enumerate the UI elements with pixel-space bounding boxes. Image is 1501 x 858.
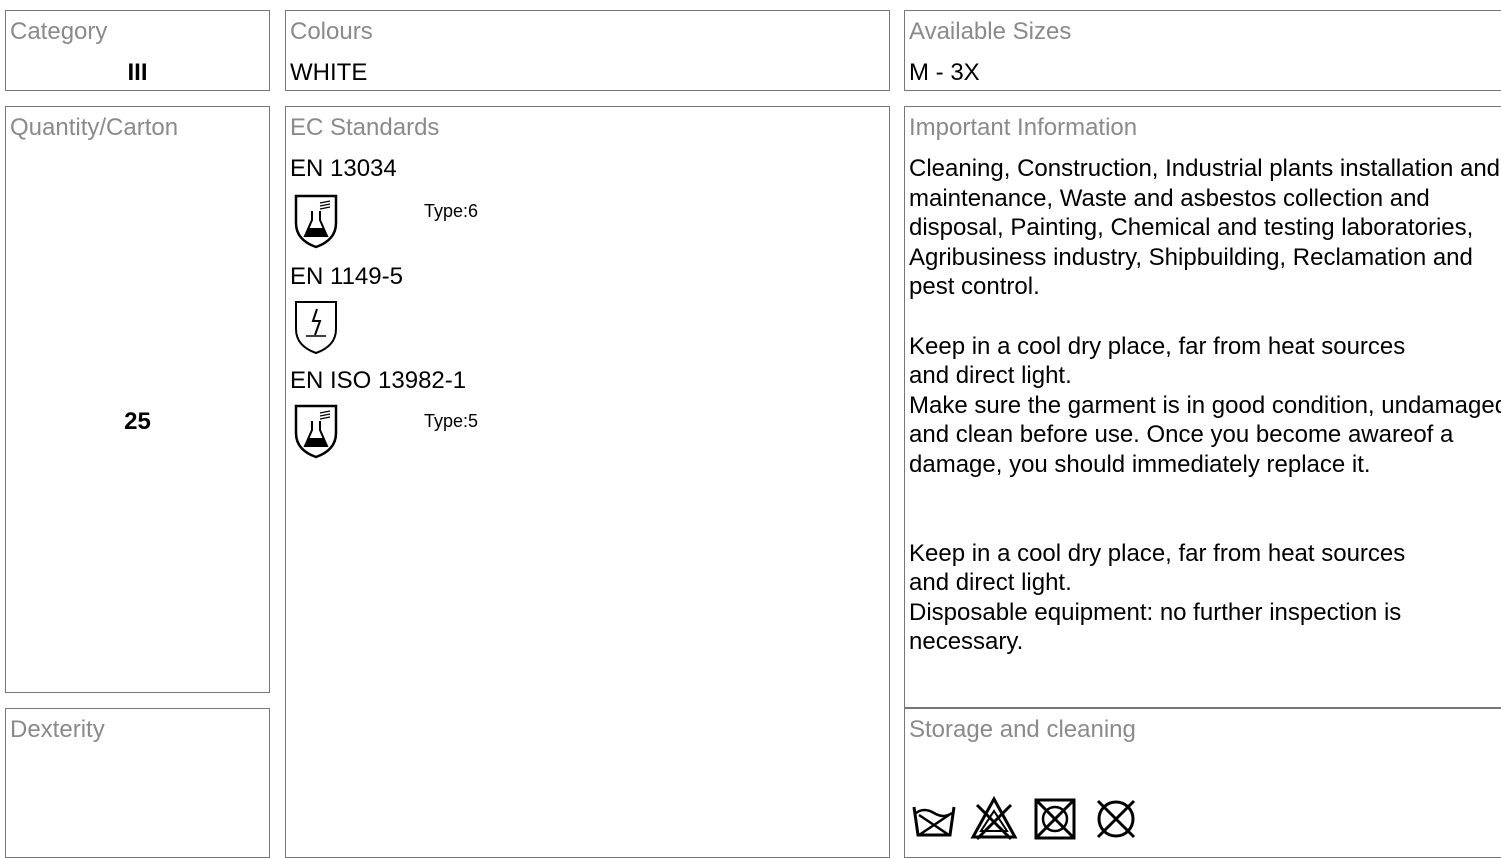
sizes-label: Available Sizes (909, 18, 1072, 45)
storage-inspection-paragraph: Keep in a cool dry place, far from heat … (909, 332, 1501, 478)
important-info-text: Cleaning, Construction, Industrial plant… (909, 154, 1501, 657)
important-info-label: Important Information (909, 114, 1138, 141)
standard-code: EN 13034 (290, 155, 397, 182)
category-cell: Category III (5, 10, 270, 91)
usage-paragraph: Cleaning, Construction, Industrial plant… (909, 155, 1501, 301)
quantity-value: 25 (124, 408, 151, 435)
dexterity-label: Dexterity (10, 716, 105, 743)
sizes-cell: Available Sizes M - 3X (904, 10, 1501, 91)
chemical-protection-icon (294, 404, 338, 459)
colours-label: Colours (290, 18, 373, 45)
storage-cell: Storage and cleaning (904, 708, 1501, 858)
standard-code: EN ISO 13982-1 (290, 367, 467, 394)
standard-type: Type:5 (424, 411, 479, 431)
standard-type: Type:6 (424, 201, 479, 221)
quantity-cell: Quantity/Carton 25 (5, 106, 270, 693)
do-not-wash-icon (912, 806, 956, 837)
colours-cell: Colours WHITE (285, 10, 890, 91)
important-info-cell: Important Information Cleaning, Construc… (904, 106, 1501, 708)
dexterity-cell: Dexterity (5, 708, 270, 858)
antistatic-icon (295, 301, 337, 355)
ec-standards-cell: EC Standards EN 13034 Type:6 EN 1149-5 E… (285, 106, 890, 858)
do-not-dry-clean-icon (1096, 799, 1136, 839)
do-not-bleach-icon (970, 795, 1018, 841)
disposable-paragraph: Keep in a cool dry place, far from heat … (909, 539, 1406, 656)
storage-label: Storage and cleaning (909, 716, 1136, 743)
category-value: III (127, 59, 148, 86)
ec-standards-label: EC Standards (290, 114, 440, 141)
category-label: Category (10, 18, 108, 45)
do-not-tumble-dry-icon (1034, 798, 1076, 840)
colours-value: WHITE (290, 59, 368, 86)
standard-code: EN 1149-5 (290, 263, 403, 290)
sizes-value: M - 3X (909, 59, 980, 86)
quantity-label: Quantity/Carton (10, 114, 179, 141)
chemical-protection-icon (294, 194, 338, 249)
